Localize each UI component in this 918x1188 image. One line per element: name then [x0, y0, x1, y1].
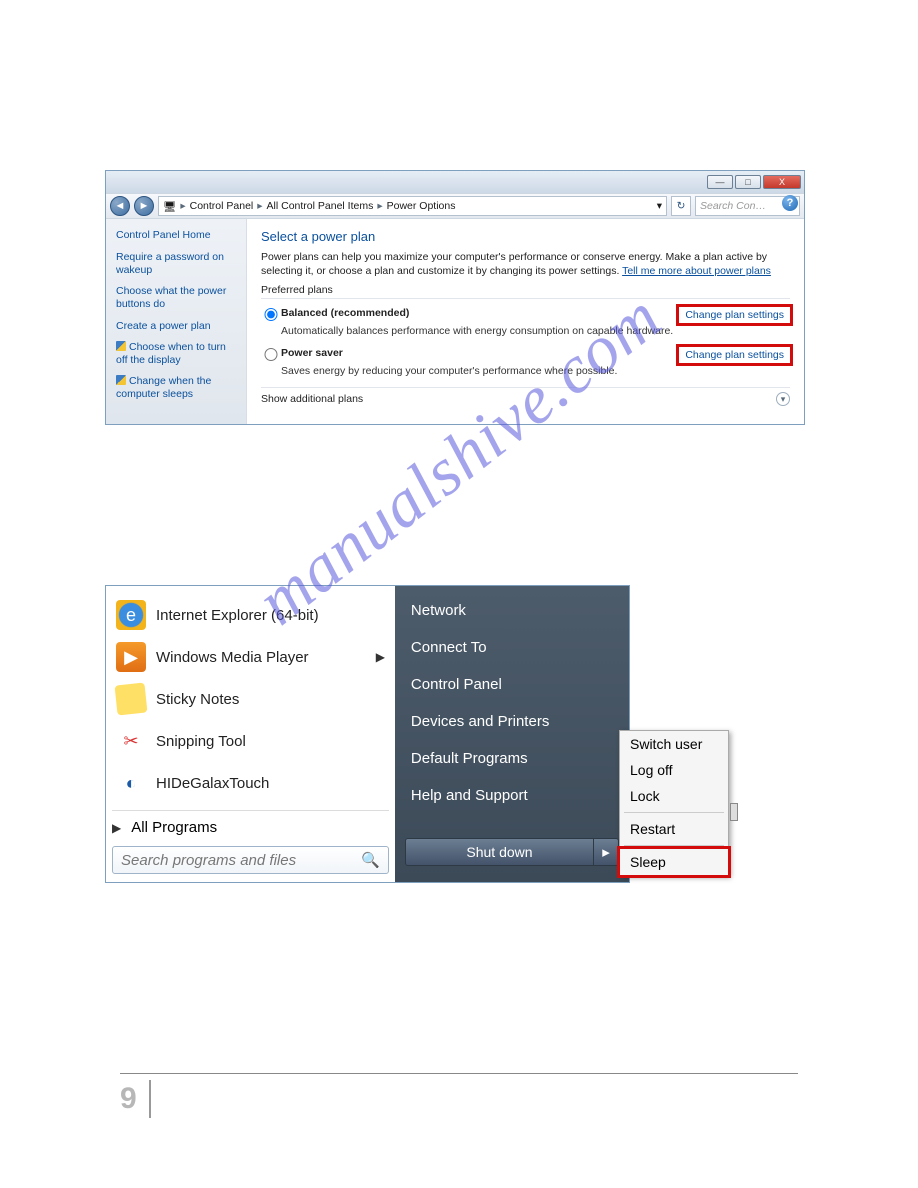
pm-log-off[interactable]: Log off	[620, 757, 728, 783]
start-search-input[interactable]: Search programs and files 🔍	[112, 846, 389, 874]
sidebar-link-display-off[interactable]: Choose when to turn off the display	[116, 341, 236, 367]
show-additional-plans[interactable]: Show additional plans ▾	[261, 387, 790, 406]
main-content: ? Select a power plan Power plans can he…	[246, 219, 804, 424]
breadcrumb[interactable]: 🖥 ▸ Control Panel ▸ All Control Panel It…	[158, 196, 667, 216]
breadcrumb-item[interactable]: Control Panel	[190, 200, 254, 212]
sidebar-home[interactable]: Control Panel Home	[116, 229, 236, 241]
maximize-button[interactable]: □	[735, 175, 761, 189]
plan-power-saver-desc: Saves energy by reducing your computer's…	[281, 365, 790, 377]
nav-forward-button[interactable]: ►	[134, 196, 154, 216]
page-title: Select a power plan	[261, 229, 790, 244]
close-button[interactable]: X	[763, 175, 801, 189]
rlink-control-panel[interactable]: Control Panel	[395, 666, 629, 703]
plan-balanced: Balanced (recommended) Change plan setti…	[261, 307, 790, 337]
start-item-snip[interactable]: Snipping Tool	[112, 720, 389, 762]
sidebar-link-power-buttons[interactable]: Choose what the power buttons do	[116, 285, 236, 311]
more-link[interactable]: Tell me more about power plans	[622, 265, 771, 277]
rlink-help[interactable]: Help and Support	[395, 777, 629, 814]
menu-separator	[624, 845, 724, 846]
start-item-wmp[interactable]: ▶ Windows Media Player ▶	[112, 636, 389, 678]
start-item-ie[interactable]: e Internet Explorer (64-bit)	[112, 594, 389, 636]
change-plan-settings-balanced[interactable]: Change plan settings	[679, 307, 790, 323]
pm-restart[interactable]: Restart	[620, 816, 728, 842]
change-plan-settings-power-saver[interactable]: Change plan settings	[679, 347, 790, 363]
sidebar-link-create-plan[interactable]: Create a power plan	[116, 320, 236, 333]
sidebar: Control Panel Home Require a password on…	[106, 219, 246, 424]
scissors-icon	[116, 726, 146, 756]
rlink-default-prog[interactable]: Default Programs	[395, 740, 629, 777]
pm-lock[interactable]: Lock	[620, 783, 728, 809]
triangle-icon: ▶	[112, 821, 121, 835]
pm-sleep[interactable]: Sleep	[620, 849, 728, 875]
start-menu: e Internet Explorer (64-bit) ▶ Windows M…	[105, 585, 630, 883]
page-number: 9	[120, 1080, 151, 1118]
pm-switch-user[interactable]: Switch user	[620, 731, 728, 757]
plan-power-saver-name: Power saver	[281, 347, 660, 359]
chevron-down-icon: ▾	[776, 392, 790, 406]
nav-back-button[interactable]: ◄	[110, 196, 130, 216]
sidebar-link-password[interactable]: Require a password on wakeup	[116, 251, 236, 277]
shutdown-split-button: Shut down ▸	[405, 838, 619, 866]
rlink-network[interactable]: Network	[395, 592, 629, 629]
breadcrumb-item[interactable]: All Control Panel Items	[267, 200, 374, 212]
sticky-icon	[115, 683, 148, 716]
hid-icon	[116, 768, 146, 798]
address-bar: ◄ ► 🖥 ▸ Control Panel ▸ All Control Pane…	[106, 193, 804, 219]
plan-balanced-desc: Automatically balances performance with …	[281, 325, 790, 337]
rlink-devices[interactable]: Devices and Printers	[395, 703, 629, 740]
menu-separator	[624, 812, 724, 813]
rlink-connect[interactable]: Connect To	[395, 629, 629, 666]
shutdown-button[interactable]: Shut down	[405, 838, 593, 866]
start-menu-left: e Internet Explorer (64-bit) ▶ Windows M…	[106, 586, 395, 882]
power-options-window: — □ X ◄ ► 🖥 ▸ Control Panel ▸ All Contro…	[105, 170, 805, 425]
ie-icon: e	[116, 600, 146, 630]
start-item-sticky[interactable]: Sticky Notes	[112, 678, 389, 720]
shutdown-arrow-button[interactable]: ▸	[593, 838, 619, 866]
breadcrumb-icon: 🖥	[163, 200, 176, 213]
sidebar-link-sleep[interactable]: Change when the computer sleeps	[116, 375, 236, 401]
start-item-hid[interactable]: HIDeGalaxTouch	[112, 762, 389, 804]
page-footer: 9	[120, 1073, 798, 1118]
submenu-handle	[730, 803, 738, 821]
window-titlebar: — □ X	[106, 171, 804, 193]
all-programs[interactable]: ▶ All Programs	[112, 810, 389, 836]
search-icon: 🔍	[361, 851, 380, 869]
minimize-button[interactable]: —	[707, 175, 733, 189]
refresh-button[interactable]: ↻	[671, 196, 691, 216]
plan-power-saver-radio[interactable]	[261, 348, 281, 361]
power-submenu: Switch user Log off Lock Restart Sleep	[619, 730, 729, 876]
wmp-icon: ▶	[116, 642, 146, 672]
preferred-plans-label: Preferred plans	[261, 284, 790, 299]
plan-power-saver: Power saver Change plan settings Saves e…	[261, 347, 790, 377]
submenu-arrow-icon: ▶	[376, 650, 385, 664]
breadcrumb-dropdown[interactable]: ▾	[657, 200, 662, 212]
start-menu-right: Network Connect To Control Panel Devices…	[395, 586, 629, 882]
plan-balanced-radio[interactable]	[261, 308, 281, 321]
breadcrumb-item[interactable]: Power Options	[387, 200, 456, 212]
help-icon[interactable]: ?	[782, 195, 798, 211]
plan-balanced-name: Balanced (recommended)	[281, 307, 660, 319]
page-description: Power plans can help you maximize your c…	[261, 250, 790, 278]
